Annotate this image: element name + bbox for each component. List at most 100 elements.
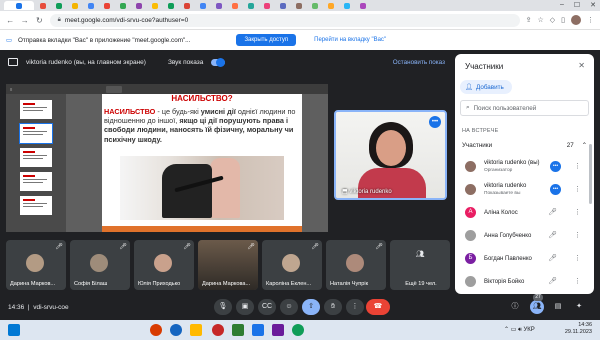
browser-tab[interactable] — [276, 1, 290, 10]
browser-tab[interactable] — [180, 1, 194, 10]
maximize-icon[interactable]: ☐ — [574, 1, 580, 9]
sidepanel-icon[interactable]: ▯ — [561, 16, 565, 24]
browser-tab[interactable] — [132, 1, 146, 10]
browser-tab[interactable] — [84, 1, 98, 10]
chrome-icon[interactable] — [292, 324, 304, 336]
mic-muted-icon[interactable]: 🎤︎ — [548, 208, 557, 216]
stop-presenting-button[interactable]: Остановить показ — [393, 59, 445, 66]
more-options-icon[interactable]: ⋮ — [574, 254, 581, 262]
reload-icon[interactable]: ↻ — [35, 16, 44, 25]
participant-list-item[interactable]: viktoria rudenko (вы) Организатор ••• ⋮ — [462, 158, 587, 176]
app-icon[interactable] — [252, 324, 264, 336]
share-icon[interactable]: ⇪ — [526, 16, 532, 24]
browser-tab[interactable] — [324, 1, 338, 10]
app-icon[interactable] — [170, 324, 182, 336]
more-options-icon[interactable]: ⋮ — [574, 208, 581, 216]
browser-tab[interactable] — [4, 1, 34, 10]
mic-button[interactable]: 🎙︎ — [214, 299, 232, 315]
slide-thumbnail-selected[interactable] — [19, 123, 53, 144]
browser-tab[interactable] — [116, 1, 130, 10]
browser-tab[interactable] — [228, 1, 242, 10]
browser-tab[interactable] — [148, 1, 162, 10]
video-person-body — [358, 168, 426, 198]
people-icon[interactable]: 👥︎ — [530, 300, 544, 314]
app-icon[interactable] — [232, 324, 244, 336]
file-explorer-icon[interactable] — [190, 324, 202, 336]
participant-name: Богдан Павленко — [484, 256, 532, 262]
profile-avatar[interactable] — [571, 15, 581, 25]
browser-tab[interactable] — [292, 1, 306, 10]
more-options-icon[interactable]: ⋮ — [574, 162, 581, 170]
participant-tile[interactable]: 🎤︎ Кароліна Еклен... — [262, 240, 322, 290]
browser-tab[interactable] — [52, 1, 66, 10]
leave-call-button[interactable]: ☎︎ — [366, 299, 390, 315]
participant-list-item[interactable]: А Аліна Колос 🎤︎ ⋮ — [462, 204, 587, 222]
participant-list-item[interactable]: viktoria rudenko Показываете вы ••• ⋮ — [462, 181, 587, 199]
close-window-icon[interactable]: ✕ — [590, 1, 596, 9]
switch-tab-link[interactable]: Перейти на вкладку "Вас" — [314, 37, 386, 43]
more-participants-tile[interactable]: 👥︎ Ещё 19 чел. — [390, 240, 450, 290]
minimize-icon[interactable]: – — [560, 1, 564, 9]
participant-list-item[interactable]: Анна Голубченко 🎤︎ ⋮ — [462, 227, 587, 245]
close-icon[interactable]: ✕ — [578, 61, 585, 70]
participant-list-item[interactable]: Вікторія Бойко 🎤︎ ⋮ — [462, 273, 587, 291]
participant-tile[interactable]: 🎤︎ Дарина Марков... — [6, 240, 66, 290]
more-options-button[interactable]: ⋮ — [346, 299, 364, 315]
participant-tile[interactable]: 🎤︎ Дарина Маркова... — [198, 240, 258, 290]
browser-tab[interactable] — [100, 1, 114, 10]
mic-muted-icon[interactable]: 🎤︎ — [548, 231, 557, 239]
browser-tab[interactable] — [356, 1, 370, 10]
sound-toggle[interactable] — [211, 57, 226, 67]
slide-thumbnail[interactable] — [20, 100, 52, 119]
slide-thumbnail[interactable] — [20, 148, 52, 167]
slide-thumbnail[interactable] — [20, 196, 52, 215]
info-icon[interactable]: ⓘ — [508, 300, 522, 314]
participant-tile[interactable]: 🎤︎ Софія Білаш — [70, 240, 130, 290]
app-icon[interactable] — [272, 324, 284, 336]
mic-muted-icon[interactable]: 🎤︎ — [548, 254, 557, 262]
back-icon[interactable]: ← — [6, 16, 15, 25]
browser-tab[interactable] — [68, 1, 82, 10]
search-input[interactable]: ⌕ Поиск пользователей — [460, 100, 589, 116]
participant-tile[interactable]: 🎤︎ Юлія Приходько — [134, 240, 194, 290]
self-video-tile[interactable]: ••• ⬒ viktoria rudenko — [334, 110, 447, 200]
star-icon[interactable]: ☆ — [537, 16, 543, 24]
browser-tab[interactable] — [212, 1, 226, 10]
chat-icon[interactable]: ▤ — [551, 300, 565, 314]
start-icon[interactable] — [8, 324, 20, 336]
url-field[interactable]: 🔒︎ meet.google.com/vdi-srvu-coe?authuser… — [49, 13, 520, 27]
browser-tab[interactable] — [164, 1, 178, 10]
panel-scrollbar[interactable] — [589, 144, 592, 204]
slide-thumbnail[interactable] — [20, 172, 52, 191]
participants-group-header[interactable]: Участники 27 ⌃ — [462, 142, 587, 149]
add-people-button[interactable]: 👤︎ Добавить — [460, 80, 512, 94]
more-options-icon[interactable]: ⋮ — [574, 231, 581, 239]
camera-button[interactable]: ▣ — [236, 299, 254, 315]
browser-tab[interactable] — [196, 1, 210, 10]
stop-sharing-button[interactable]: Закрыть доступ — [236, 34, 297, 46]
keyboard-lang[interactable]: УКР — [523, 327, 534, 333]
captions-button[interactable]: CC — [258, 299, 276, 315]
more-options-icon[interactable]: ⋮ — [574, 185, 581, 193]
present-button[interactable]: ⇧ — [302, 299, 320, 315]
app-icon[interactable] — [150, 324, 162, 336]
forward-icon[interactable]: → — [21, 16, 30, 25]
activities-icon[interactable]: ✦ — [572, 300, 586, 314]
browser-tab[interactable] — [260, 1, 274, 10]
extensions-icon[interactable]: ◇ — [550, 16, 555, 24]
more-options-icon[interactable]: ⋮ — [574, 277, 581, 285]
browser-tab[interactable] — [36, 1, 50, 10]
app-icon[interactable] — [212, 324, 224, 336]
tile-more-icon[interactable]: ••• — [429, 116, 441, 128]
mic-muted-icon[interactable]: 🎤︎ — [548, 277, 557, 285]
url-text: meet.google.com/vdi-srvu-coe?authuser=0 — [64, 16, 189, 24]
taskbar-clock[interactable]: 14:36 29.11.2023 — [565, 322, 592, 336]
browser-tab[interactable] — [308, 1, 322, 10]
participant-tile[interactable]: 🎤︎ Наталія Чупрік — [326, 240, 386, 290]
menu-icon[interactable]: ⋮ — [587, 16, 594, 24]
browser-tab[interactable] — [244, 1, 258, 10]
reactions-button[interactable]: ☺ — [280, 299, 298, 315]
participant-list-item[interactable]: Б Богдан Павленко 🎤︎ ⋮ — [462, 250, 587, 268]
browser-tab[interactable] — [340, 1, 354, 10]
raise-hand-button[interactable]: ✋︎ — [324, 299, 342, 315]
